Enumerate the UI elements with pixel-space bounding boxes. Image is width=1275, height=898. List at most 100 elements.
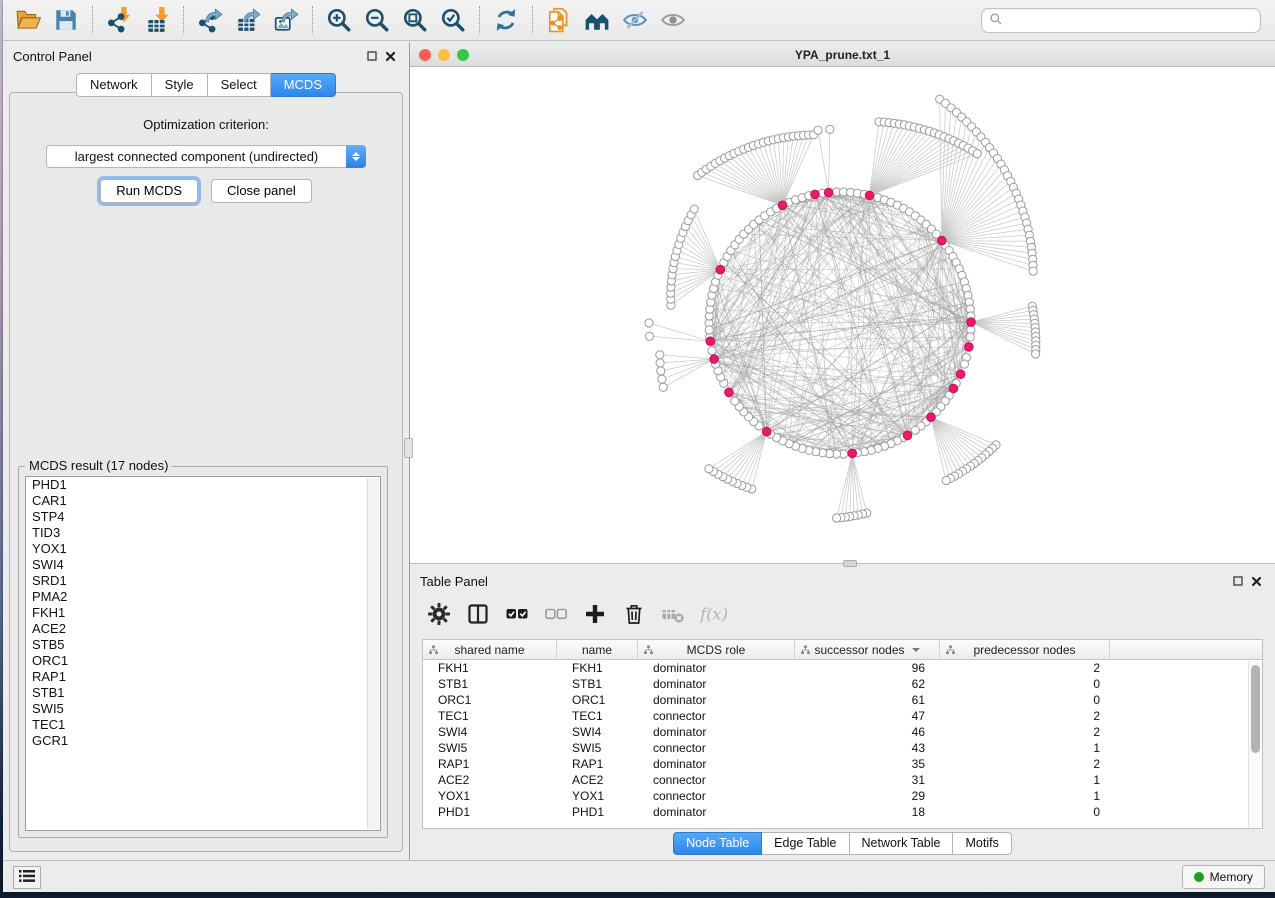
- network-node[interactable]: [657, 367, 665, 375]
- mcds-hub-node[interactable]: [903, 431, 912, 440]
- mcds-hub-node[interactable]: [949, 384, 958, 393]
- network-node[interactable]: [1032, 350, 1040, 358]
- table-row[interactable]: PHD1PHD1dominator180: [423, 804, 1262, 820]
- close-table-panel-icon[interactable]: [1247, 573, 1265, 589]
- mcds-result-item[interactable]: STP4: [26, 509, 380, 525]
- run-mcds-button[interactable]: Run MCDS: [100, 179, 198, 203]
- table-row[interactable]: ORC1ORC1dominator610: [423, 692, 1262, 708]
- network-node[interactable]: [658, 375, 666, 383]
- zoom-fit-button[interactable]: [396, 4, 434, 36]
- network-node[interactable]: [645, 332, 653, 340]
- optimization-criterion-select[interactable]: largest connected component (undirected): [46, 145, 366, 168]
- mcds-result-item[interactable]: YOX1: [26, 541, 380, 557]
- mcds-result-item[interactable]: STB1: [26, 685, 380, 701]
- mcds-hub-node[interactable]: [706, 337, 715, 346]
- network-node[interactable]: [814, 126, 822, 134]
- apply-layout-button[interactable]: [487, 4, 525, 36]
- table-row[interactable]: YOX1YOX1connector291: [423, 788, 1262, 804]
- mcds-hub-node[interactable]: [956, 370, 965, 379]
- mcds-result-item[interactable]: PHD1: [26, 477, 380, 493]
- network-canvas[interactable]: [410, 67, 1275, 563]
- mcds-result-list[interactable]: PHD1CAR1STP4TID3YOX1SWI4SRD1PMA2FKH1ACE2…: [25, 476, 381, 831]
- table-scrollbar-thumb[interactable]: [1251, 665, 1260, 753]
- mcds-result-item[interactable]: ORC1: [26, 653, 380, 669]
- network-node[interactable]: [1029, 267, 1037, 275]
- mcds-hub-node[interactable]: [865, 191, 874, 200]
- open-file-button[interactable]: [9, 4, 47, 36]
- import-table-button[interactable]: [138, 4, 176, 36]
- column-header-MCDS-role[interactable]: MCDS role: [638, 640, 795, 659]
- show-graphics-details-button[interactable]: [654, 4, 692, 36]
- mcds-hub-node[interactable]: [824, 188, 833, 197]
- network-node[interactable]: [690, 205, 698, 213]
- list-scrollbar[interactable]: [367, 478, 379, 829]
- tab-mcds[interactable]: MCDS: [271, 73, 336, 97]
- mcds-result-item[interactable]: SWI4: [26, 557, 380, 573]
- network-titlebar[interactable]: YPA_prune.txt_1: [410, 44, 1275, 67]
- zoom-out-button[interactable]: [358, 4, 396, 36]
- table-tab-network-table[interactable]: Network Table: [850, 832, 954, 855]
- new-network-from-selection-button[interactable]: [540, 4, 578, 36]
- task-history-button[interactable]: [13, 866, 41, 889]
- mcds-hub-node[interactable]: [965, 343, 974, 352]
- search-input[interactable]: [1003, 11, 1260, 31]
- vertical-splitter-grip[interactable]: [404, 438, 413, 458]
- mcds-hub-node[interactable]: [967, 318, 976, 327]
- network-node[interactable]: [705, 326, 713, 334]
- mcds-hub-node[interactable]: [716, 265, 725, 274]
- network-node[interactable]: [960, 360, 968, 368]
- tab-select[interactable]: Select: [208, 73, 271, 97]
- table-row[interactable]: RAP1RAP1dominator352: [423, 756, 1262, 772]
- mcds-hub-node[interactable]: [848, 449, 857, 458]
- save-session-button[interactable]: [47, 4, 85, 36]
- table-row[interactable]: FKH1FKH1dominator962: [423, 660, 1262, 676]
- network-node[interactable]: [656, 351, 664, 359]
- close-panel-icon[interactable]: [381, 48, 399, 64]
- table-tab-node-table[interactable]: Node Table: [673, 832, 762, 855]
- deselect-all-rows-button[interactable]: [541, 600, 571, 630]
- network-node[interactable]: [973, 150, 981, 158]
- mcds-hub-node[interactable]: [811, 190, 820, 199]
- network-node[interactable]: [731, 397, 739, 405]
- memory-button[interactable]: Memory: [1182, 865, 1265, 889]
- close-panel-button[interactable]: Close panel: [211, 179, 312, 203]
- network-node[interactable]: [705, 465, 713, 473]
- mcds-result-item[interactable]: SRD1: [26, 573, 380, 589]
- column-header-predecessor-nodes[interactable]: predecessor nodes: [940, 640, 1110, 659]
- network-node[interactable]: [659, 383, 667, 391]
- table-row[interactable]: STB1STB1dominator620: [423, 676, 1262, 692]
- mcds-result-item[interactable]: FKH1: [26, 605, 380, 621]
- float-panel-icon[interactable]: [363, 48, 381, 64]
- mcds-result-item[interactable]: GCR1: [26, 733, 380, 749]
- network-node[interactable]: [966, 333, 974, 341]
- mcds-result-item[interactable]: CAR1: [26, 493, 380, 509]
- mcds-hub-node[interactable]: [762, 427, 771, 436]
- mcds-hub-node[interactable]: [938, 236, 947, 245]
- export-table-button[interactable]: [229, 4, 267, 36]
- binoculars-button[interactable]: [578, 4, 616, 36]
- table-row[interactable]: ACE2ACE2connector311: [423, 772, 1262, 788]
- column-header-name[interactable]: name: [557, 640, 638, 659]
- table-row[interactable]: TEC1TEC1connector472: [423, 708, 1262, 724]
- table-row[interactable]: SWI5SWI5connector431: [423, 740, 1262, 756]
- toggle-columns-button[interactable]: [463, 600, 493, 630]
- hide-graphics-details-button[interactable]: [616, 4, 654, 36]
- mcds-hub-node[interactable]: [778, 201, 787, 210]
- table-tab-motifs[interactable]: Motifs: [953, 832, 1011, 855]
- select-all-rows-button[interactable]: [502, 600, 532, 630]
- tab-style[interactable]: Style: [152, 73, 208, 97]
- zoom-in-button[interactable]: [320, 4, 358, 36]
- window-close-button[interactable]: [419, 49, 431, 61]
- mcds-hub-node[interactable]: [725, 388, 734, 397]
- network-node[interactable]: [826, 125, 834, 133]
- table-scrollbar[interactable]: [1248, 661, 1262, 828]
- network-node[interactable]: [708, 347, 716, 355]
- mcds-result-item[interactable]: TEC1: [26, 717, 380, 733]
- network-node[interactable]: [911, 426, 919, 434]
- mcds-result-item[interactable]: ACE2: [26, 621, 380, 637]
- mcds-result-item[interactable]: TID3: [26, 525, 380, 541]
- table-tab-edge-table[interactable]: Edge Table: [762, 832, 849, 855]
- table-row[interactable]: SWI4SWI4dominator462: [423, 724, 1262, 740]
- network-node[interactable]: [645, 319, 653, 327]
- export-image-button[interactable]: [267, 4, 305, 36]
